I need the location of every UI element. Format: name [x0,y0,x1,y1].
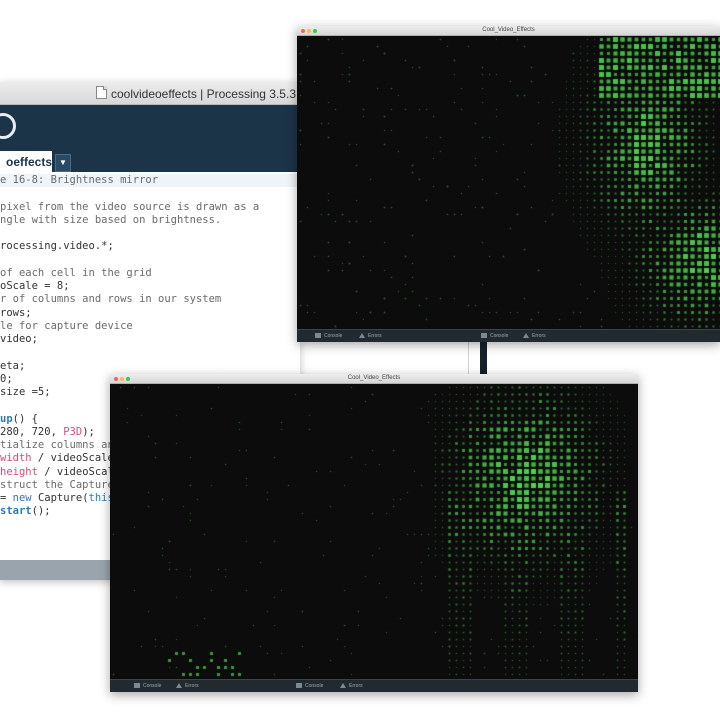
sketch-window-bottom: Cool_Video_Effects Console Errors Consol… [110,374,638,692]
console-icon [296,683,302,688]
code-line: 0; [0,373,13,386]
errors-tab[interactable]: Errors [359,330,382,342]
code-line: r of columns and rows in our system [0,293,221,306]
code-line: e 16-8: Brightness mirror [0,174,300,187]
errors-tab[interactable]: Errors [340,680,363,692]
sketch-window-top: Cool_Video_Effects Console Errors Consol… [297,26,720,342]
ide-window-title: coolvideoeffects | Processing 3.5.3 [110,87,296,101]
code-token: / videoScale [37,465,121,478]
code-line: le for capture device [0,320,133,333]
code-line: pixel from the video source is drawn as … [0,201,259,214]
ide-toolbar [0,105,300,151]
code-token: (); [31,505,51,518]
console-tab[interactable]: Console [296,680,323,692]
sketch-console-bar: Console Errors Console Errors [110,679,638,692]
code-token: size =5; [0,386,51,398]
video-effect-canvas [297,36,720,330]
code-token: width [0,452,32,465]
code-line: eta; [0,360,25,373]
code-line: size =5; [0,386,51,399]
close-window-button[interactable] [114,377,118,381]
document-icon [95,86,107,99]
sketch-window-title: Cool_Video_Effects [347,375,401,381]
console-tab[interactable]: Console [315,330,342,342]
sketch-tab[interactable]: oeffects [0,151,52,173]
code-token: of each cell in the grid [0,266,152,279]
console-tab[interactable]: Console [481,330,508,342]
sketch-titlebar: Cool_Video_Effects [110,374,638,384]
window-separator [468,342,469,374]
window-controls [301,28,319,37]
errors-tab[interactable]: Errors [176,680,199,692]
code-line: struct the Capture o [0,479,126,492]
tab-menu-icon[interactable]: ▼ [55,154,71,172]
zoom-window-button[interactable] [313,29,317,33]
code-line: start(); [0,505,51,518]
video-effect-canvas [110,384,638,680]
minimize-window-button[interactable] [307,29,311,33]
code-line: up() { [0,413,38,426]
errors-tab[interactable]: Errors [523,330,546,342]
run-button[interactable] [0,113,16,139]
code-line: of each cell in the grid [0,267,152,280]
code-token: new [12,492,32,504]
warning-icon [340,683,346,688]
code-token: rows; [0,306,32,319]
code-token: tialize columns and [0,439,121,451]
code-token: () { [12,412,38,425]
code-token: r of columns and rows in our system [0,293,222,306]
code-token: = [0,492,13,504]
code-token: struct the Capture o [0,478,127,491]
code-token: P3D [63,425,83,438]
code-token: Capture( [31,492,89,504]
code-token: 0; [0,372,13,385]
code-line: rows; [0,307,32,320]
code-token: start [0,505,32,518]
code-line: width / videoScale; [0,452,120,465]
code-line: tialize columns and [0,439,120,452]
code-token: video; [0,333,38,345]
code-line: video; [0,333,38,346]
code-line: ngle with size based on brightness. [0,214,221,227]
close-window-button[interactable] [301,29,305,33]
warning-icon [359,333,365,338]
code-token: le for capture device [0,319,133,332]
code-token: eta; [0,359,26,372]
console-icon [134,683,140,688]
console-tab[interactable]: Console [134,680,161,692]
code-line: 280, 720, P3D); [0,426,95,439]
code-token: height [0,465,38,478]
code-token: pixel from the video source is drawn as … [0,200,260,213]
code-token: / videoScale; [31,452,121,465]
code-token: e 16-8: Brightness mirror [0,174,159,186]
code-token: 280, 720, [0,425,64,438]
ide-tab-row: oeffects ▼ [0,151,300,173]
code-token: rocessing.video.*; [0,240,114,253]
console-icon [481,333,487,338]
zoom-window-button[interactable] [126,377,130,381]
code-token: ); [82,425,95,438]
code-line: oScale = 8; [0,280,70,293]
warning-icon [176,683,182,688]
sketch-console-bar: Console Errors Console Errors [297,329,720,342]
console-icon [315,333,321,338]
window-edge [480,342,487,374]
code-line: height / videoScale [0,466,120,479]
code-token: oScale = 8; [0,280,70,292]
sketch-titlebar: Cool_Video_Effects [297,26,720,36]
sketch-window-title: Cool_Video_Effects [482,27,535,33]
minimize-window-button[interactable] [120,377,124,381]
code-line: rocessing.video.*; [0,240,114,253]
code-line: = new Capture(this, [0,492,120,505]
code-token: ngle with size based on brightness. [0,213,222,226]
window-controls [114,376,132,385]
warning-icon [523,333,529,338]
code-token: up [0,412,13,425]
ide-titlebar: coolvideoeffects | Processing 3.5.3 [0,82,300,105]
